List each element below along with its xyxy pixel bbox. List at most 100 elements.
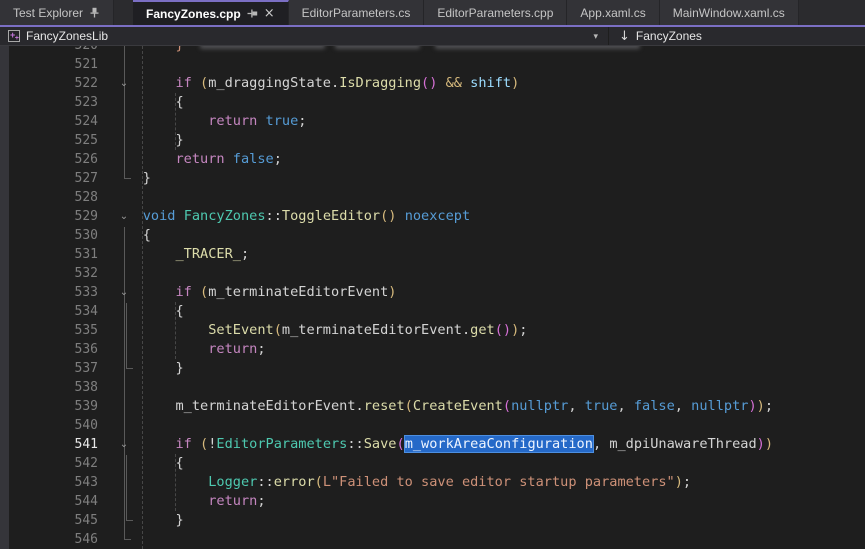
code-line-540[interactable]: 540 xyxy=(0,416,865,435)
line-number[interactable]: 541 xyxy=(9,435,98,454)
tab-label: EditorParameters.cs xyxy=(302,6,411,20)
code-line-544[interactable]: 544 return; xyxy=(0,492,865,511)
code-line-536[interactable]: 536 return; xyxy=(0,340,865,359)
line-number[interactable]: 527 xyxy=(9,169,98,188)
line-number[interactable]: 529 xyxy=(9,207,98,226)
code-text[interactable]: Logger::error(L"Failed to save editor st… xyxy=(110,473,691,492)
scope-dropdown[interactable]: ↓ FancyZones xyxy=(609,29,702,43)
code-line-535[interactable]: 535 SetEvent(m_terminateEditorEvent.get(… xyxy=(0,321,865,340)
code-text[interactable]: SetEvent(m_terminateEditorEvent.get()); xyxy=(110,321,527,340)
code-line-524[interactable]: 524 return true; xyxy=(0,112,865,131)
project-dropdown[interactable]: ++ FancyZonesLib ▾ xyxy=(0,27,608,45)
code-text[interactable]: _TRACER_; xyxy=(110,245,249,264)
code-line-538[interactable]: 538 xyxy=(0,378,865,397)
code-line-527[interactable]: 527 } xyxy=(0,169,865,188)
project-name: FancyZonesLib xyxy=(26,29,108,43)
code-text[interactable]: return; xyxy=(110,340,266,359)
tab-test-explorer[interactable]: Test Explorer xyxy=(0,0,114,25)
code-line-541[interactable]: 541⌄ if (!EditorParameters::Save(m_workA… xyxy=(0,435,865,454)
down-arrow-icon: ↓ xyxy=(619,30,630,43)
code-line-537[interactable]: 537 } xyxy=(0,359,865,378)
line-number[interactable]: 531 xyxy=(9,245,98,264)
code-text[interactable]: if (m_terminateEditorEvent) xyxy=(110,283,396,302)
line-number[interactable]: 524 xyxy=(9,112,98,131)
code-text[interactable]: void FancyZones::ToggleEditor() noexcept xyxy=(110,207,470,226)
blurred-text-remnant xyxy=(200,46,325,49)
line-number[interactable]: 537 xyxy=(9,359,98,378)
navigation-bar: ++ FancyZonesLib ▾ ↓ FancyZones xyxy=(0,27,865,46)
line-number[interactable]: 538 xyxy=(9,378,98,397)
blurred-text-remnant xyxy=(335,46,420,49)
line-number[interactable]: 521 xyxy=(9,55,98,74)
code-editor[interactable]: 520 }521522⌄ if (m_draggingState.IsDragg… xyxy=(0,46,865,549)
code-line-530[interactable]: 530 { xyxy=(0,226,865,245)
code-line-521[interactable]: 521 xyxy=(0,55,865,74)
code-text[interactable]: m_terminateEditorEvent.reset(CreateEvent… xyxy=(110,397,773,416)
tab-label: App.xaml.cs xyxy=(580,6,645,20)
tab-editorparameters-cpp[interactable]: EditorParameters.cpp xyxy=(424,0,567,25)
line-number[interactable]: 523 xyxy=(9,93,98,112)
code-text[interactable]: if (m_draggingState.IsDragging() && shif… xyxy=(110,74,519,93)
code-text[interactable]: { xyxy=(110,302,184,321)
code-text[interactable]: } xyxy=(110,131,184,150)
code-text[interactable]: { xyxy=(110,93,184,112)
code-text[interactable]: if (!EditorParameters::Save(m_workAreaCo… xyxy=(110,435,773,454)
line-number[interactable]: 546 xyxy=(9,530,98,549)
line-number[interactable]: 522 xyxy=(9,74,98,93)
line-number[interactable]: 544 xyxy=(9,492,98,511)
line-number[interactable]: 540 xyxy=(9,416,98,435)
line-number[interactable]: 528 xyxy=(9,188,98,207)
code-text[interactable]: { xyxy=(110,226,151,245)
code-line-532[interactable]: 532 xyxy=(0,264,865,283)
code-text[interactable]: return true; xyxy=(110,112,306,131)
line-number[interactable]: 526 xyxy=(9,150,98,169)
code-text[interactable]: return; xyxy=(110,492,266,511)
line-number[interactable]: 530 xyxy=(9,226,98,245)
pin-icon[interactable] xyxy=(89,7,100,18)
code-line-534[interactable]: 534 { xyxy=(0,302,865,321)
tab-fancyzones-cpp[interactable]: FancyZones.cpp × xyxy=(133,0,289,25)
code-line-545[interactable]: 545 } xyxy=(0,511,865,530)
line-number[interactable]: 533 xyxy=(9,283,98,302)
code-line-528[interactable]: 528 xyxy=(0,188,865,207)
line-number[interactable]: 520 xyxy=(9,46,98,55)
tab-mainwindow-xaml-cs[interactable]: MainWindow.xaml.cs xyxy=(660,0,799,25)
pin-icon[interactable] xyxy=(247,8,258,19)
code-line-543[interactable]: 543 Logger::error(L"Failed to save edito… xyxy=(0,473,865,492)
code-line-523[interactable]: 523 { xyxy=(0,93,865,112)
chevron-down-icon[interactable]: ▾ xyxy=(593,31,598,42)
code-text[interactable]: } xyxy=(110,511,184,530)
scope-name: FancyZones xyxy=(636,29,702,43)
line-number[interactable]: 545 xyxy=(9,511,98,530)
tab-label: FancyZones.cpp xyxy=(146,7,241,21)
tab-editorparameters-cs[interactable]: EditorParameters.cs xyxy=(289,0,425,25)
code-line-542[interactable]: 542 { xyxy=(0,454,865,473)
close-icon[interactable]: × xyxy=(264,7,275,20)
tab-label: EditorParameters.cpp xyxy=(437,6,553,20)
code-line-525[interactable]: 525 } xyxy=(0,131,865,150)
code-line-531[interactable]: 531 _TRACER_; xyxy=(0,245,865,264)
tab-app-xaml-cs[interactable]: App.xaml.cs xyxy=(567,0,659,25)
line-number[interactable]: 542 xyxy=(9,454,98,473)
code-text[interactable]: } xyxy=(110,169,151,188)
line-number[interactable]: 539 xyxy=(9,397,98,416)
code-text[interactable]: { xyxy=(110,454,184,473)
selected-text[interactable]: m_workAreaConfiguration xyxy=(405,436,593,452)
code-line-522[interactable]: 522⌄ if (m_draggingState.IsDragging() &&… xyxy=(0,74,865,93)
code-line-529[interactable]: 529⌄ void FancyZones::ToggleEditor() noe… xyxy=(0,207,865,226)
code-line-533[interactable]: 533⌄ if (m_terminateEditorEvent) xyxy=(0,283,865,302)
line-number[interactable]: 525 xyxy=(9,131,98,150)
line-number[interactable]: 534 xyxy=(9,302,98,321)
code-line-526[interactable]: 526 return false; xyxy=(0,150,865,169)
code-line-520[interactable]: 520 } xyxy=(0,46,865,55)
code-text[interactable]: } xyxy=(110,46,184,55)
line-number[interactable]: 536 xyxy=(9,340,98,359)
code-text[interactable]: return false; xyxy=(110,150,282,169)
code-line-539[interactable]: 539 m_terminateEditorEvent.reset(CreateE… xyxy=(0,397,865,416)
blurred-text-remnant xyxy=(435,46,640,49)
line-number[interactable]: 535 xyxy=(9,321,98,340)
line-number[interactable]: 532 xyxy=(9,264,98,283)
code-text[interactable]: } xyxy=(110,359,184,378)
code-line-546[interactable]: 546 xyxy=(0,530,865,549)
line-number[interactable]: 543 xyxy=(9,473,98,492)
